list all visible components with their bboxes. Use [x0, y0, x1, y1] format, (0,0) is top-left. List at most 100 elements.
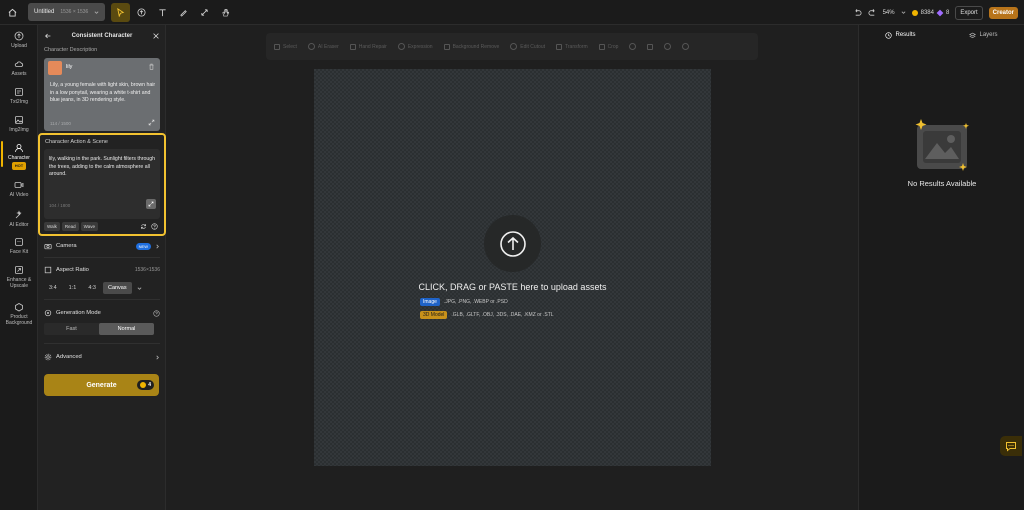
upload-title: CLICK, DRAG or PASTE here to upload asse…: [418, 282, 607, 292]
upload-tool[interactable]: [132, 3, 151, 22]
toolbar-background-remove[interactable]: Background Remove: [443, 43, 499, 50]
ratio-canvas[interactable]: Canvas: [102, 282, 132, 294]
pen-icon: [180, 9, 188, 17]
upload-arrow-icon: [499, 230, 526, 257]
document-size: 1536 × 1536: [60, 9, 89, 15]
draw-tool[interactable]: [174, 3, 193, 22]
toolbar-extra-2[interactable]: [647, 43, 654, 50]
rail-label: Product Background: [5, 314, 33, 326]
hand-repair-icon: [349, 43, 356, 50]
tab-results[interactable]: Results: [859, 25, 942, 45]
toolbar-ai-eraser[interactable]: AI Eraser: [307, 43, 339, 50]
redo-icon[interactable]: [868, 8, 877, 17]
toolbar-label: Edit Cutout: [520, 43, 546, 50]
image-formats: .JPG, .PNG, .WEBP or .PSD: [443, 299, 508, 305]
export-button[interactable]: Export: [955, 5, 983, 20]
generation-mode-row: Generation Mode: [44, 309, 160, 317]
text-tool[interactable]: [153, 3, 172, 22]
mode-fast[interactable]: Fast: [44, 323, 99, 335]
description-char-count: 114 / 1500: [50, 121, 71, 126]
scene-textarea[interactable]: lily, walking in the park. Sunlight filt…: [44, 149, 160, 219]
help-icon[interactable]: [153, 309, 160, 317]
rail-item-product-background[interactable]: Product Background: [0, 302, 38, 326]
toolbar-extra-4[interactable]: [682, 43, 690, 50]
rail-item-ai-editor[interactable]: AI Editor: [0, 210, 38, 228]
chat-help-button[interactable]: [1000, 436, 1022, 456]
ratio-4-3[interactable]: 4:3: [83, 282, 101, 294]
toolbar-label: Select: [283, 43, 297, 50]
results-panel: Results Layers No Results Available: [858, 25, 1024, 510]
generate-label: Generate: [86, 381, 117, 389]
advanced-row[interactable]: Advanced: [44, 353, 160, 361]
back-arrow-icon[interactable]: [44, 32, 52, 40]
hand-tool[interactable]: [216, 3, 235, 22]
rail-item-img2img[interactable]: Img2Img: [0, 115, 38, 133]
toolbar-transform[interactable]: Transform: [556, 43, 588, 50]
credits-display[interactable]: 8384 8: [911, 9, 949, 16]
scene-expand-button[interactable]: [146, 199, 156, 209]
toolbar-label: Hand Repair: [358, 43, 387, 50]
top-right-controls: 54% 8384 8 Export Creator: [853, 0, 1018, 25]
toolbar-crop[interactable]: Crop: [598, 43, 618, 50]
rail-item-upload[interactable]: Upload: [0, 31, 38, 49]
zoom-chevron-icon[interactable]: [901, 10, 906, 15]
close-icon[interactable]: [152, 32, 160, 40]
toolbar-extra-3[interactable]: [664, 43, 672, 50]
rail-item-face-kit[interactable]: Face Kit: [0, 237, 38, 255]
upload-button[interactable]: [484, 215, 541, 272]
creator-button[interactable]: Creator: [988, 6, 1018, 19]
rail-label: AI Video: [9, 192, 29, 198]
document-name: Untitled: [34, 9, 55, 15]
toolbar-expression[interactable]: Expression: [397, 43, 433, 50]
extra-tool-icon: [629, 43, 637, 50]
tab-results-label: Results: [895, 32, 916, 38]
product-icon: [15, 303, 23, 312]
refresh-icon[interactable]: [140, 223, 147, 230]
generate-button[interactable]: Generate 4: [44, 374, 159, 396]
arrows-icon: [201, 8, 208, 16]
cloud-icon: [14, 61, 24, 67]
rail-item-character[interactable]: Character HOT: [0, 141, 38, 170]
rail-item-enhance[interactable]: Enhance & Upscale: [0, 265, 38, 289]
ratio-1-1[interactable]: 1:1: [64, 282, 82, 294]
rail-label: AI Editor: [9, 222, 29, 228]
chip-walk[interactable]: Walk: [44, 222, 60, 231]
divider: [44, 343, 160, 344]
upload-dropzone[interactable]: CLICK, DRAG or PASTE here to upload asse…: [314, 69, 711, 466]
panel-header: Consistent Character: [38, 25, 166, 47]
image-tag: Image: [420, 298, 440, 306]
generate-cost: 4: [148, 382, 151, 388]
help-icon[interactable]: [151, 223, 158, 230]
extra-tool-icon: [664, 43, 672, 50]
aspect-ratio-row: Aspect Ratio 1536×1536: [44, 266, 160, 274]
toolbar-hand-repair[interactable]: Hand Repair: [349, 43, 387, 50]
document-selector[interactable]: Untitled 1536 × 1536: [28, 3, 106, 21]
canvas-tools: [111, 2, 235, 22]
home-button[interactable]: [0, 0, 24, 25]
ratio-3-4[interactable]: 3:4: [44, 282, 62, 294]
character-description-card[interactable]: lily Lily, a young female with light ski…: [44, 58, 160, 131]
resize-tool[interactable]: [195, 3, 214, 22]
trash-icon[interactable]: [148, 63, 155, 70]
toolbar-select[interactable]: Select: [274, 43, 297, 50]
mode-normal[interactable]: Normal: [99, 323, 154, 335]
expand-icon[interactable]: [148, 119, 155, 126]
toolbar-edit-cutout[interactable]: Edit Cutout: [510, 43, 545, 50]
rail-item-assets[interactable]: Assets: [0, 59, 38, 77]
rail-item-txt2img[interactable]: Txt2Img: [0, 87, 38, 105]
chip-wave[interactable]: Wave: [80, 222, 98, 231]
aspect-ratio-size: 1536×1536: [134, 267, 160, 273]
zoom-level[interactable]: 54%: [883, 10, 895, 16]
undo-icon[interactable]: [853, 8, 862, 17]
tab-layers[interactable]: Layers: [942, 25, 1024, 45]
character-name: lily: [66, 64, 73, 70]
camera-row[interactable]: Camera NEW: [44, 242, 160, 250]
toolbar-extra-1[interactable]: [629, 43, 637, 50]
chip-read[interactable]: Read: [61, 222, 79, 231]
select-tool[interactable]: [111, 2, 131, 22]
rail-item-ai-video[interactable]: AI Video: [0, 180, 38, 198]
rail-label: Assets: [11, 71, 27, 77]
model-formats: .GLB, .GLTF, .OBJ, .3DS, .DAE, .KMZ or .…: [451, 312, 554, 318]
toolbar-label: AI Eraser: [317, 43, 339, 50]
chevron-down-icon[interactable]: [137, 286, 142, 291]
